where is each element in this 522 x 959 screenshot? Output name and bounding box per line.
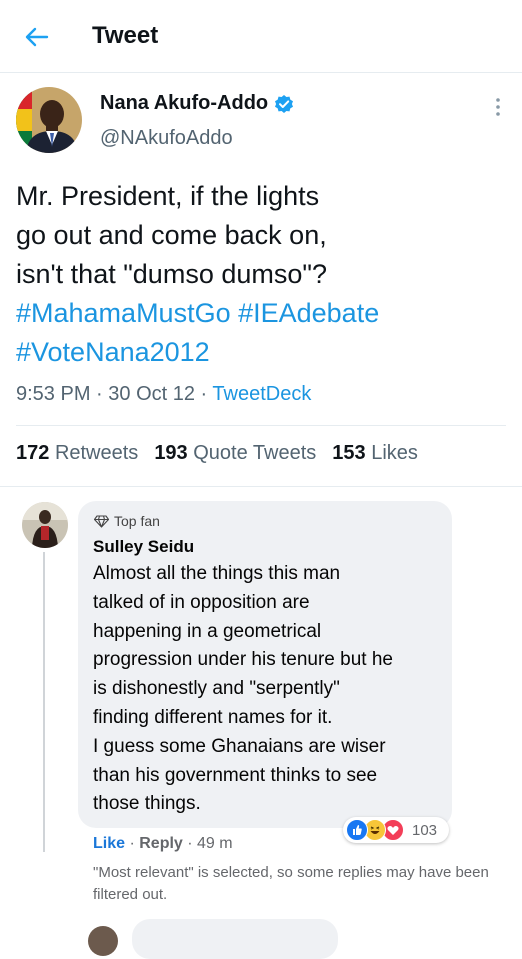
quote-tweets-stat[interactable]: 193 Quote Tweets bbox=[154, 442, 316, 465]
comment-line: I guess some Ghanaians are wiser bbox=[93, 735, 386, 757]
tweet-text-line: go out and come back on, bbox=[16, 220, 327, 250]
tweet-date[interactable]: 30 Oct 12 bbox=[108, 383, 195, 405]
comment-line: than his government thinks to see bbox=[93, 764, 378, 786]
reaction-summary[interactable]: 103 bbox=[343, 817, 449, 843]
commenter-name[interactable]: Sulley Seidu bbox=[93, 537, 194, 557]
likes-stat[interactable]: 153 Likes bbox=[332, 442, 418, 465]
tweet-time[interactable]: 9:53 PM bbox=[16, 383, 90, 405]
diamond-icon bbox=[94, 514, 109, 528]
more-vertical-icon[interactable] bbox=[490, 96, 506, 118]
comment-line: talked of in opposition are bbox=[93, 591, 310, 613]
retweets-stat[interactable]: 172 Retweets bbox=[16, 442, 138, 465]
page-title: Tweet bbox=[92, 22, 159, 49]
like-reaction-icon bbox=[346, 819, 368, 841]
commenter-avatar[interactable] bbox=[22, 502, 68, 548]
tweet-text-line: Mr. President, if the lights bbox=[16, 181, 320, 211]
verified-badge-icon bbox=[275, 94, 294, 113]
tweet-meta: 9:53 PM · 30 Oct 12 · TweetDeck bbox=[16, 383, 312, 405]
comment-text: Almost all the things this man talked of… bbox=[93, 560, 413, 819]
comment-line: Almost all the things this man bbox=[93, 563, 341, 584]
back-arrow-icon[interactable] bbox=[22, 22, 52, 52]
reply-button[interactable]: Reply bbox=[139, 835, 183, 852]
next-commenter-avatar[interactable] bbox=[88, 926, 118, 956]
comment-line: happening in a geometrical bbox=[93, 620, 322, 642]
comment-line: those things. bbox=[93, 793, 201, 815]
tweet-text-line: isn't that "dumso dumso"? bbox=[16, 259, 327, 289]
divider bbox=[16, 425, 506, 426]
tweet-text: Mr. President, if the lights go out and … bbox=[16, 177, 506, 372]
comment-actions: Like · Reply · 49 m bbox=[93, 835, 233, 852]
badge-label: Top fan bbox=[114, 513, 160, 529]
top-bar: Tweet bbox=[0, 0, 522, 73]
comment-line: is dishonestly and "serpently" bbox=[93, 678, 340, 700]
top-fan-badge: Top fan bbox=[94, 513, 160, 529]
hashtag-link[interactable]: #MahamaMustGo #IEAdebate bbox=[16, 294, 506, 333]
comment-line: finding different names for it. bbox=[93, 706, 333, 728]
comment-age: 49 m bbox=[197, 835, 233, 852]
author-avatar[interactable] bbox=[16, 87, 82, 153]
hashtag-link[interactable]: #VoteNana2012 bbox=[16, 333, 506, 372]
thread-line bbox=[43, 552, 45, 852]
tweet-stats: 172 Retweets 193 Quote Tweets 153 Likes bbox=[16, 442, 418, 465]
author-name[interactable]: Nana Akufo-Addo bbox=[100, 92, 268, 115]
comment-line: progression under his tenure but he bbox=[93, 649, 393, 671]
reaction-count: 103 bbox=[412, 821, 438, 839]
tweet-source[interactable]: TweetDeck bbox=[212, 383, 311, 405]
author-handle[interactable]: @NAkufoAddo bbox=[100, 127, 233, 150]
next-comment-bubble bbox=[132, 919, 338, 959]
filter-note: "Most relevant" is selected, so some rep… bbox=[93, 864, 489, 903]
divider bbox=[0, 486, 522, 487]
like-button[interactable]: Like bbox=[93, 835, 125, 852]
